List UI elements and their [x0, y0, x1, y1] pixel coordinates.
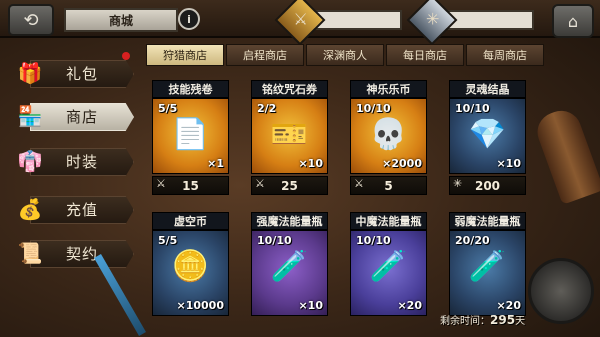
- card-title: 虚空币: [152, 212, 229, 230]
- card-quantity: ×20: [496, 299, 521, 312]
- scroll-pages-icon: 📄: [171, 117, 210, 152]
- card-stock: 20/20: [455, 234, 490, 247]
- nav-item-label: 商店: [66, 108, 99, 126]
- card-price[interactable]: ⚔ 15: [152, 176, 229, 195]
- nav-item-contract[interactable]: 📜 契约: [8, 236, 134, 270]
- card-quantity: ×2000: [382, 157, 422, 170]
- card-price[interactable]: ✳ 200: [449, 176, 526, 195]
- shop-card-rune-ticket[interactable]: 铭纹咒石券 2/2 🎫 ×10 ⚔ 25: [251, 80, 328, 195]
- crossed-swords-icon: ⚔: [354, 177, 364, 190]
- crossed-swords-icon: ⚔: [255, 177, 265, 190]
- soul-crystal-icon: 💎: [468, 117, 507, 152]
- void-coin-icon: 🪙: [171, 249, 210, 284]
- back-button[interactable]: ⟲: [8, 4, 54, 36]
- shop-card-void-coin[interactable]: 虚空币 5/5 🪙 ×10000: [152, 212, 229, 316]
- orange-vial-icon: 🧪: [270, 249, 309, 284]
- currency-bar-soul[interactable]: ✳: [406, 0, 534, 46]
- settings-gear-icon[interactable]: [528, 258, 594, 324]
- purple-vial-icon: 🧪: [369, 249, 408, 284]
- card-quantity: ×10000: [176, 299, 225, 312]
- tab-daily-shop[interactable]: 每日商店: [386, 44, 464, 66]
- card-stock: 2/2: [257, 102, 277, 115]
- shop-card-soul-crystal[interactable]: 灵魂结晶 10/10 💎 ×10 ✳ 200: [449, 80, 526, 195]
- nav-item-label: 充值: [66, 201, 99, 219]
- card-stock: 5/5: [158, 234, 178, 247]
- tab-journey-shop[interactable]: 启程商店: [226, 44, 304, 66]
- skull-coin-icon: 💀: [369, 117, 408, 152]
- shop-card-weak-mana-vial[interactable]: 弱魔法能量瓶 20/20 🧪 ×20: [449, 212, 526, 316]
- card-quantity: ×20: [397, 299, 422, 312]
- card-title: 灵魂结晶: [449, 80, 526, 98]
- remaining-time: 剩余时间：295天: [440, 313, 526, 327]
- info-icon[interactable]: i: [178, 8, 200, 30]
- nav-item-label: 礼包: [66, 65, 99, 83]
- nav-item-gift[interactable]: 🎁 礼包: [8, 56, 134, 90]
- notification-dot: [122, 52, 130, 60]
- card-stock: 10/10: [257, 234, 292, 247]
- card-stock: 10/10: [356, 234, 391, 247]
- card-title: 强魔法能量瓶: [251, 212, 328, 230]
- nav-item-label: 时装: [66, 153, 99, 171]
- back-arrow-icon: ⟲: [23, 9, 39, 31]
- shop-card-skull-coin[interactable]: 神乐乐币 10/10 💀 ×2000 ⚔ 5: [350, 80, 427, 195]
- home-icon: ⌂: [567, 11, 579, 31]
- tab-hunting-shop[interactable]: 狩猎商店: [146, 44, 224, 66]
- shop-icon: 🏪: [17, 104, 43, 128]
- contract-book-icon: 📜: [17, 241, 43, 265]
- card-quantity: ×10: [496, 157, 521, 170]
- money-bag-icon: 💰: [17, 197, 43, 221]
- card-stock: 10/10: [455, 102, 490, 115]
- card-title: 技能残卷: [152, 80, 229, 98]
- shop-card-strong-mana-vial[interactable]: 强魔法能量瓶 10/10 🧪 ×10: [251, 212, 328, 316]
- nav-item-costume[interactable]: 👘 时装: [8, 144, 134, 178]
- card-quantity: ×1: [207, 157, 224, 170]
- card-quantity: ×10: [298, 157, 323, 170]
- nav-item-recharge[interactable]: 💰 充值: [8, 192, 134, 226]
- card-quantity: ×10: [298, 299, 323, 312]
- card-price[interactable]: ⚔ 25: [251, 176, 328, 195]
- card-stock: 5/5: [158, 102, 178, 115]
- card-title: 铭纹咒石券: [251, 80, 328, 98]
- home-button[interactable]: ⌂: [552, 4, 594, 38]
- card-title: 弱魔法能量瓶: [449, 212, 526, 230]
- gift-box-icon: 🎁: [17, 61, 43, 85]
- snowflake-icon: ✳: [453, 177, 463, 190]
- blue-vial-icon: 🧪: [468, 249, 507, 284]
- nav-item-shop[interactable]: 🏪 商店: [8, 99, 134, 133]
- card-price[interactable]: ⚔ 5: [350, 176, 427, 195]
- card-title: 中魔法能量瓶: [350, 212, 427, 230]
- tab-abyss-merchant[interactable]: 深渊商人: [306, 44, 384, 66]
- page-title: 商城: [64, 8, 178, 32]
- shop-card-skill-scroll[interactable]: 技能残卷 5/5 📄 ×1 ⚔ 15: [152, 80, 229, 195]
- nav-item-label: 契约: [66, 245, 99, 263]
- rune-ticket-icon: 🎫: [270, 117, 309, 152]
- card-title: 神乐乐币: [350, 80, 427, 98]
- card-stock: 10/10: [356, 102, 391, 115]
- tab-weekly-shop[interactable]: 每周商店: [466, 44, 544, 66]
- crossed-swords-icon: ⚔: [156, 177, 166, 190]
- shop-card-medium-mana-vial[interactable]: 中魔法能量瓶 10/10 🧪 ×20: [350, 212, 427, 316]
- currency-bar-hunting[interactable]: ⚔: [274, 0, 402, 46]
- costume-icon: 👘: [17, 149, 43, 173]
